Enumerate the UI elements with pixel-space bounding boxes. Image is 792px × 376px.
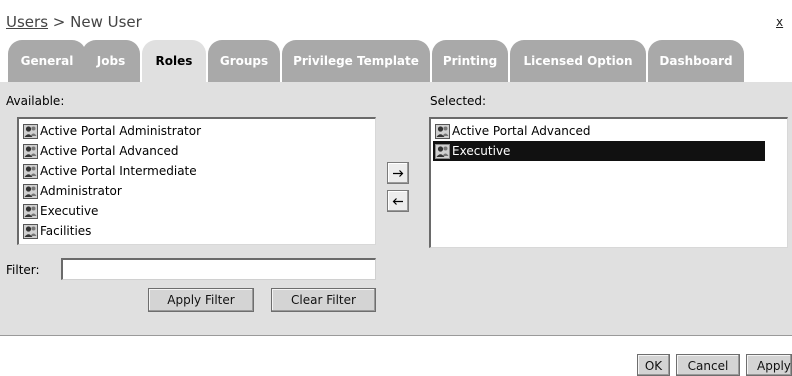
available-role-item[interactable]: Active Portal Intermediate <box>21 161 197 181</box>
tab-general[interactable]: General <box>8 40 86 82</box>
title-bar: Users > New User x <box>0 0 792 40</box>
role-label: Active Portal Advanced <box>452 124 591 138</box>
role-user-icon <box>23 144 38 159</box>
selected-label: Selected: <box>430 94 487 108</box>
role-user-icon <box>435 124 450 139</box>
role-label: Facilities <box>40 224 92 238</box>
breadcrumb: Users > New User <box>6 13 142 31</box>
selected-roles-list[interactable]: Active Portal Advanced Executive <box>429 117 788 248</box>
role-user-icon <box>23 124 38 139</box>
available-role-item[interactable]: Executive <box>21 201 98 221</box>
role-label: Administrator <box>40 184 122 198</box>
tab-licensed-option[interactable]: Licensed Option <box>510 40 646 82</box>
role-user-icon <box>435 144 450 159</box>
cancel-button[interactable]: Cancel <box>676 354 740 376</box>
breadcrumb-link-users[interactable]: Users <box>6 13 48 31</box>
available-role-item[interactable]: Active Portal Administrator <box>21 121 201 141</box>
arrow-right-icon <box>393 170 404 177</box>
tab-groups[interactable]: Groups <box>208 40 280 82</box>
role-label: Executive <box>40 204 99 218</box>
role-label: Active Portal Administrator <box>40 124 202 138</box>
role-user-icon <box>23 184 38 199</box>
role-user-icon <box>23 204 38 219</box>
role-user-icon <box>23 224 38 239</box>
breadcrumb-separator: > <box>48 13 71 31</box>
tab-jobs[interactable]: Jobs <box>82 40 140 82</box>
filter-label: Filter: <box>6 263 40 277</box>
role-label: Executive <box>452 144 511 158</box>
clear-filter-button[interactable]: Clear Filter <box>271 288 376 312</box>
tab-privilege-template[interactable]: Privilege Template <box>282 40 430 82</box>
tab-dashboard[interactable]: Dashboard <box>648 40 744 82</box>
apply-filter-button[interactable]: Apply Filter <box>148 288 254 312</box>
selected-role-item[interactable]: Active Portal Advanced <box>433 121 591 141</box>
tab-printing[interactable]: Printing <box>432 40 508 82</box>
available-label: Available: <box>6 94 65 108</box>
filter-input[interactable] <box>61 258 376 280</box>
available-roles-list[interactable]: Active Portal Administrator Active Porta… <box>17 117 376 245</box>
arrow-left-icon <box>392 198 403 205</box>
available-role-item[interactable]: Facilities <box>21 221 91 241</box>
role-user-icon <box>23 164 38 179</box>
role-label: Active Portal Intermediate <box>40 164 197 178</box>
ok-button[interactable]: OK <box>637 354 670 376</box>
tab-roles[interactable]: Roles <box>142 40 206 82</box>
tab-bar: General Jobs Roles Groups Privilege Temp… <box>0 40 792 82</box>
available-role-item[interactable]: Active Portal Advanced <box>21 141 179 161</box>
close-link[interactable]: x <box>776 16 783 28</box>
remove-role-arrow-button[interactable] <box>387 190 409 212</box>
available-role-item[interactable]: Administrator <box>21 181 122 201</box>
selected-role-item-highlighted[interactable]: Executive <box>433 141 765 161</box>
breadcrumb-current: New User <box>70 13 142 31</box>
add-role-arrow-button[interactable] <box>387 162 409 184</box>
apply-button[interactable]: Apply <box>746 354 792 376</box>
role-label: Active Portal Advanced <box>40 144 179 158</box>
roles-panel: Available: Selected: Active Portal Admin… <box>0 82 792 336</box>
